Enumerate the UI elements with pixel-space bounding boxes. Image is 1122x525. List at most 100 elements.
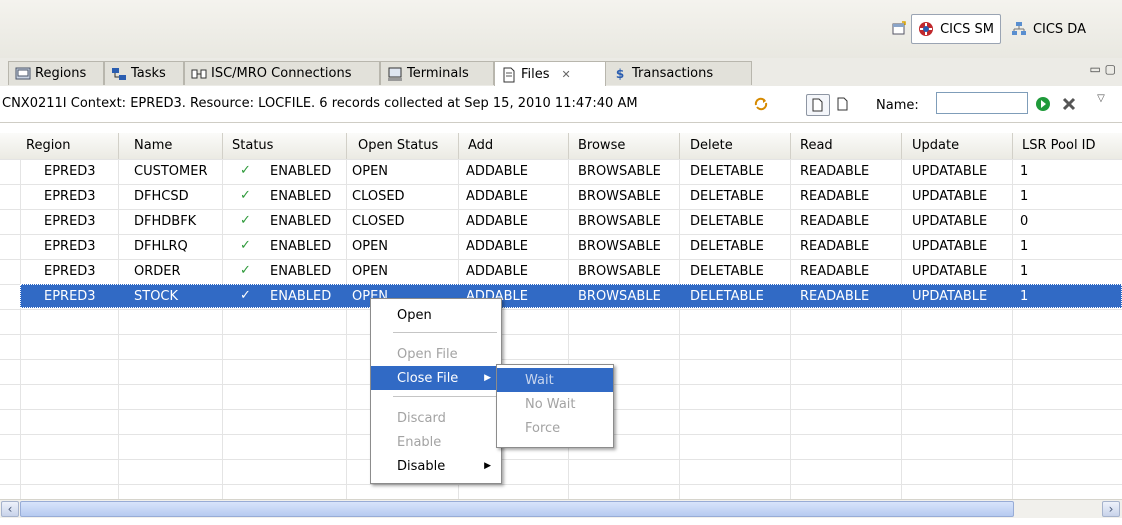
clear-filter-icon[interactable] [1058,94,1080,114]
column-divider[interactable] [222,133,223,159]
menu-item-open[interactable]: Open [371,303,501,327]
close-icon[interactable]: ✕ [562,68,571,81]
menu-item-discard[interactable]: Discard [371,406,501,430]
connections-icon [191,66,207,82]
cell-delete: DELETABLE [690,264,764,279]
column-header-update[interactable]: Update [912,138,959,153]
menu-item-disable[interactable]: Disable ▶ [371,454,501,478]
window-controls: ▭ ▢ [1089,62,1116,76]
cell-delete: DELETABLE [690,164,764,179]
cell-name: CUSTOMER [134,164,208,179]
refresh-icon[interactable] [750,94,772,114]
column-divider[interactable] [901,133,902,159]
column-gridline [790,159,791,499]
column-header-open-status[interactable]: Open Status [358,138,438,153]
name-filter-label: Name: [876,98,919,113]
column-header-region[interactable]: Region [26,138,71,153]
cell-delete: DELETABLE [690,289,764,304]
submenu-item-label: No Wait [525,396,576,412]
name-filter-input[interactable] [936,92,1028,114]
tab-transactions[interactable]: $ Transactions [606,61,752,85]
tab-isc-mro-connections[interactable]: ISC/MRO Connections [184,61,380,85]
apply-filter-icon[interactable] [1032,94,1054,114]
column-header-name[interactable]: Name [134,138,172,153]
column-divider[interactable] [118,133,119,159]
cell-browse: BROWSABLE [578,289,661,304]
menu-item-label: Open [397,307,432,323]
menu-item-label: Discard [397,410,446,426]
scroll-right-icon[interactable]: › [1102,501,1120,517]
cell-open-status: OPEN [352,239,389,254]
cell-open-status: CLOSED [352,214,405,229]
tab-tasks[interactable]: Tasks [104,61,184,85]
files-view-icon[interactable] [806,94,830,116]
menu-item-enable[interactable]: Enable [371,430,501,454]
tab-regions[interactable]: Regions [8,61,104,85]
cell-update: UPDATABLE [912,189,988,204]
tab-label: ISC/MRO Connections [211,66,352,81]
submenu-item-label: Wait [525,372,554,388]
column-header-browse[interactable]: Browse [578,138,625,153]
view-menu-icon[interactable]: ▽ [1090,88,1112,108]
perspective-cics-sm[interactable]: CICS SM [911,14,1001,44]
cell-update: UPDATABLE [912,164,988,179]
cell-status: ENABLED [270,214,332,229]
open-perspective-icon[interactable] [891,21,907,37]
column-gridline [901,159,902,499]
row-gridline [0,159,1122,160]
cell-add: ADDABLE [466,239,528,254]
column-divider[interactable] [679,133,680,159]
cell-browse: BROWSABLE [578,189,661,204]
column-header-delete[interactable]: Delete [690,138,733,153]
column-header-status[interactable]: Status [232,138,273,153]
tab-files[interactable]: Files ✕ [494,61,606,87]
cell-region: EPRED3 [44,189,96,204]
row-gridline [0,334,1122,335]
perspective-cics-da[interactable]: CICS DA [1005,15,1092,43]
horizontal-scrollbar[interactable]: ‹ › [0,499,1122,518]
column-header-add[interactable]: Add [468,138,493,153]
tab-label: Files [521,67,550,82]
tasks-icon [111,66,127,82]
scroll-left-icon[interactable]: ‹ [1,501,19,517]
menu-item-open-file[interactable]: Open File [371,342,501,366]
menu-item-close-file[interactable]: Close File ▶ [371,366,501,390]
column-gridline [118,159,119,499]
file-definition-icon[interactable] [832,94,854,114]
tab-label: Terminals [407,66,469,81]
cell-name: DFHCSD [134,189,189,204]
cell-name: STOCK [134,289,179,304]
cics-da-icon [1011,21,1027,37]
close-file-submenu: Wait No Wait Force [496,364,614,448]
column-header-lsr-pool-id[interactable]: LSR Pool ID [1022,138,1096,153]
column-divider[interactable] [458,133,459,159]
row-gridline [0,209,1122,210]
cell-update: UPDATABLE [912,214,988,229]
cell-lsr-pool-id: 1 [1020,264,1029,279]
cell-browse: BROWSABLE [578,239,661,254]
minimize-icon[interactable]: ▭ [1089,62,1100,76]
column-divider[interactable] [790,133,791,159]
column-divider[interactable] [346,133,347,159]
row-gridline [0,359,1122,360]
cell-region: EPRED3 [44,164,96,179]
submenu-item-force[interactable]: Force [497,416,613,440]
enabled-check-icon: ✓ [240,213,251,228]
submenu-item-no-wait[interactable]: No Wait [497,392,613,416]
cell-browse: BROWSABLE [578,214,661,229]
column-header-read[interactable]: Read [800,138,833,153]
column-gridline [568,159,569,499]
maximize-icon[interactable]: ▢ [1105,62,1116,76]
cell-read: READABLE [800,264,870,279]
tab-terminals[interactable]: Terminals [380,61,494,85]
column-divider[interactable] [1012,133,1013,159]
column-divider[interactable] [568,133,569,159]
cell-lsr-pool-id: 1 [1020,289,1029,304]
scrollbar-thumb[interactable] [20,501,1014,517]
menu-item-label: Disable [397,458,446,474]
table-header: Region Name Status Open Status Add Brows… [0,133,1122,160]
cell-delete: DELETABLE [690,239,764,254]
cell-browse: BROWSABLE [578,164,661,179]
submenu-item-wait[interactable]: Wait [497,368,613,392]
cell-update: UPDATABLE [912,239,988,254]
